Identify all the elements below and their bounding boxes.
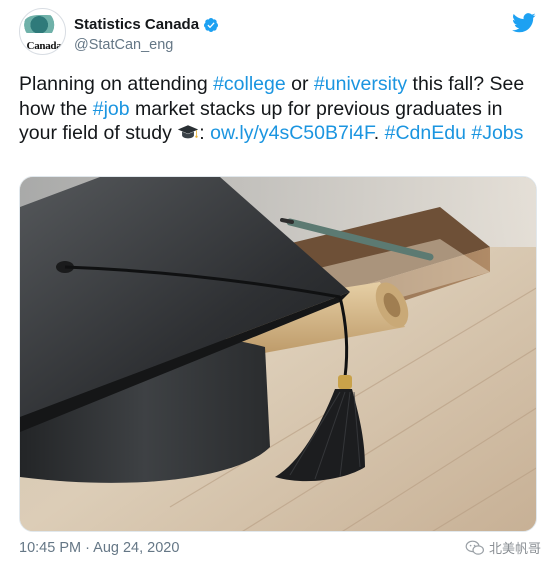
hashtag-job-link[interactable]: #job: [93, 98, 130, 120]
tweet-text-part: or: [285, 73, 314, 95]
wechat-watermark: 北美帆哥: [465, 538, 541, 557]
graduation-cap-icon: [178, 125, 199, 139]
tweet-text: Planning on attending #college or #unive…: [19, 72, 539, 146]
tweet-text-part: Planning on attending: [19, 73, 214, 95]
hashtag-cdnedu-link[interactable]: #CdnEdu: [385, 122, 466, 144]
shortened-link[interactable]: ow.ly/y4sC50B7i4F: [210, 122, 374, 144]
avatar[interactable]: Canada: [19, 8, 66, 55]
tweet-card: Canada Statistics Canada @StatCan_eng Pl…: [0, 0, 555, 570]
hashtag-college-link[interactable]: #college: [213, 73, 286, 95]
avatar-wordmark: Canada: [26, 40, 62, 52]
wechat-icon: [465, 540, 484, 555]
tweet-text-part: .: [373, 122, 385, 144]
graduation-cap-photo: [20, 177, 536, 531]
hashtag-university-link[interactable]: #university: [314, 73, 407, 95]
display-name[interactable]: Statistics Canada: [74, 16, 219, 33]
statcan-logo-mark: [24, 15, 62, 33]
tweet-photo[interactable]: [19, 176, 537, 532]
tweet-timestamp[interactable]: 10:45 PM · Aug 24, 2020: [19, 540, 179, 556]
verified-badge-icon: [204, 17, 219, 32]
account-handle[interactable]: @StatCan_eng: [74, 37, 173, 53]
display-name-text[interactable]: Statistics Canada: [74, 16, 199, 33]
tweet-text-part: :: [199, 122, 211, 144]
watermark-text: 北美帆哥: [488, 541, 541, 556]
twitter-bird-icon[interactable]: [512, 13, 536, 33]
hashtag-jobs-link[interactable]: #Jobs: [471, 122, 523, 144]
